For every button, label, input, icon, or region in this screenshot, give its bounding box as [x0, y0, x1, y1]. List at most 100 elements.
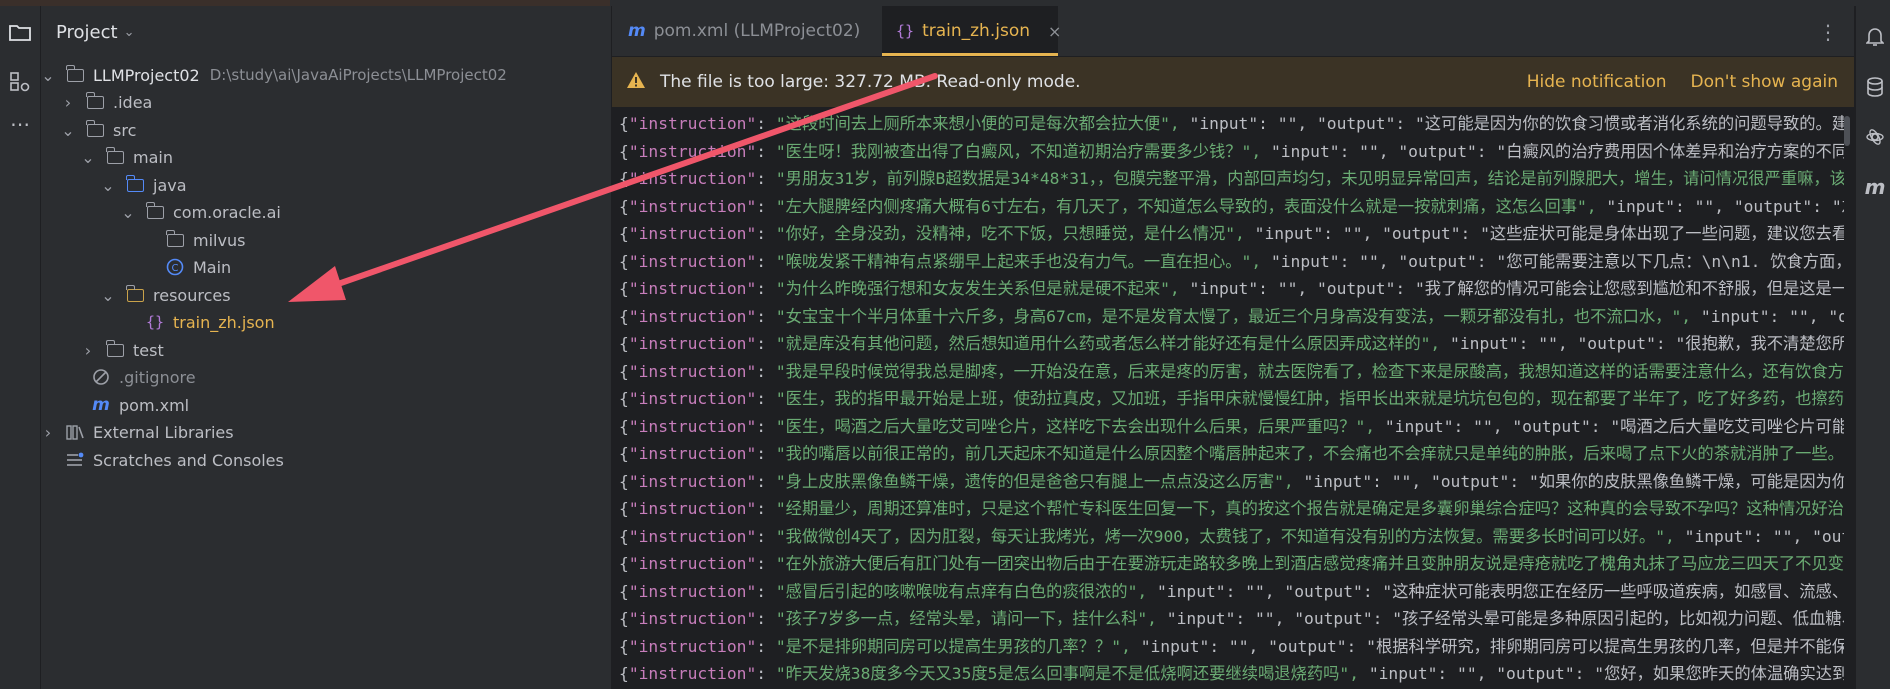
- tree-item-test[interactable]: › test: [81, 337, 164, 363]
- project-folder-icon[interactable]: [6, 18, 34, 46]
- colon: :: [756, 169, 776, 188]
- colon: :: [756, 141, 776, 161]
- json-string-value: "是不是排卵期同房可以提高生男孩的几率？？",: [775, 636, 1141, 656]
- tree-item-label: .idea: [113, 92, 153, 112]
- ai-assistant-icon[interactable]: [1864, 126, 1886, 148]
- tree-item-src[interactable]: ⌄ src: [61, 117, 136, 143]
- json-string-value: "为什么昨晚强行想和女友发生关系但是就是硬不起来",: [775, 279, 1190, 298]
- package-icon: [165, 229, 185, 249]
- scrollbar-thumb[interactable]: [1844, 116, 1850, 146]
- ignore-file-icon: [91, 368, 111, 386]
- tab-train-zh-json[interactable]: {} train_zh.json ×: [882, 6, 1061, 56]
- svg-text:C: C: [172, 263, 179, 274]
- code-view[interactable]: {"instruction": "这段时间去上厕所本来想小便的可是每次都会拉大便…: [612, 110, 1844, 689]
- colon: :: [756, 224, 776, 243]
- colon: :: [756, 114, 776, 133]
- tree-item-train-zh-json[interactable]: {} train_zh.json: [145, 309, 275, 335]
- code-line: {"instruction": "这段时间去上厕所本来想小便的可是每次都会拉大便…: [612, 110, 1844, 138]
- colon: :: [756, 664, 776, 683]
- json-key: "instruction": [628, 196, 757, 216]
- notifications-bell-icon[interactable]: [1864, 26, 1886, 48]
- colon: :: [756, 609, 776, 628]
- brace: {: [619, 554, 629, 573]
- json-string-value: "喉咙发紧干精神有点紧绷早上起来手也没有力气。一直在担心。",: [775, 251, 1271, 271]
- tab-label: train_zh.json: [922, 21, 1030, 41]
- brace: {: [619, 636, 629, 656]
- editor-tabs: m pom.xml (LLMProject02) {} train_zh.jso…: [612, 6, 1854, 57]
- project-panel-header[interactable]: Project ⌄: [56, 22, 135, 43]
- database-icon[interactable]: [1864, 76, 1886, 98]
- project-panel-title: Project: [56, 22, 118, 43]
- code-line: {"instruction": "孩子7岁多一点，经常头晕，请问一下，挂什么科"…: [612, 605, 1844, 633]
- tree-item-main-class[interactable]: C Main: [165, 254, 231, 280]
- tree-item-milvus[interactable]: milvus: [165, 227, 245, 253]
- json-string-value: "经期量少，周期还算准时，只是这个帮忙专科医生回复一下，真的按这个报告就是确定是…: [775, 499, 1844, 518]
- code-line: {"instruction": "喉咙发紧干精神有点紧绷早上起来手也没有力气。一…: [612, 248, 1844, 276]
- brace: {: [619, 279, 629, 298]
- json-key: "instruction": [628, 471, 757, 491]
- chevron-right-icon: ›: [84, 340, 92, 360]
- hide-notification-link[interactable]: Hide notification: [1527, 72, 1667, 92]
- tree-item-gitignore[interactable]: .gitignore: [91, 364, 196, 390]
- tree-item-resources[interactable]: ⌄ resources: [101, 282, 231, 308]
- dont-show-again-link[interactable]: Don't show again: [1691, 72, 1838, 92]
- json-key: "instruction": [628, 306, 757, 326]
- colon: :: [756, 499, 776, 518]
- colon: :: [756, 389, 776, 408]
- json-key: "instruction": [628, 554, 757, 573]
- tree-item-external-libraries[interactable]: › External Libraries: [41, 419, 234, 445]
- tree-item-label: java: [153, 175, 187, 195]
- json-rest: "input": "", "output: [1684, 526, 1844, 546]
- json-string-value: "在外旅游大便后有肛门处有一团突出物后由于在要游玩走路较多晚上到酒店感觉疼痛并且…: [775, 554, 1844, 573]
- tree-item-main[interactable]: ⌄ main: [81, 144, 173, 170]
- tab-pom-xml[interactable]: m pom.xml (LLMProject02): [612, 6, 892, 56]
- maven-icon[interactable]: m: [1864, 175, 1886, 199]
- editor-area: m pom.xml (LLMProject02) {} train_zh.jso…: [612, 6, 1854, 689]
- tree-item-package[interactable]: ⌄ com.oracle.ai: [121, 199, 281, 225]
- active-tab-indicator: [882, 53, 1058, 56]
- tree-item-scratches[interactable]: Scratches and Consoles: [65, 447, 284, 473]
- project-panel: Project ⌄ ⌄ LLMProject02 D:\study\ai\Jav…: [41, 6, 612, 689]
- json-key: "instruction": [628, 636, 757, 656]
- brace: {: [619, 224, 629, 243]
- code-line: {"instruction": "经期量少，周期还算准时，只是这个帮忙专科医生回…: [612, 495, 1844, 523]
- code-line: {"instruction": "医生呀！我刚被查出得了白癜风，不知道初期治疗需…: [612, 138, 1844, 166]
- json-string-value: "孩子7岁多一点，经常头晕，请问一下，挂什么科",: [775, 609, 1167, 628]
- json-string-value: "你好，全身没劲，没精神，吃不下饭，只想睡觉，是什么情况",: [775, 224, 1255, 243]
- json-rest: "input": "", "output": "您可能需要注意以下几点：\n\n…: [1270, 251, 1844, 271]
- tab-actions-icon[interactable]: ⋮: [1818, 20, 1838, 44]
- tree-item-label: resources: [153, 285, 231, 305]
- more-tools-icon[interactable]: ⋯: [6, 110, 34, 138]
- right-tool-bar: m: [1855, 6, 1890, 689]
- tree-item-java[interactable]: ⌄ java: [101, 172, 187, 198]
- chevron-down-icon: ⌄: [101, 175, 115, 195]
- brace: {: [619, 169, 629, 188]
- colon: :: [756, 554, 776, 573]
- tree-item-label: Main: [193, 257, 232, 277]
- chevron-right-icon: ›: [44, 422, 52, 442]
- chevron-down-icon: ⌄: [121, 202, 135, 222]
- code-line: {"instruction": "男朋友31岁，前列腺B超数据是34*48*31…: [612, 165, 1844, 193]
- chevron-down-icon: ⌄: [81, 147, 95, 167]
- code-line: {"instruction": "我是早段时候觉得我总是脚疼，一开始没在意，后来…: [612, 358, 1844, 386]
- json-key: "instruction": [628, 526, 757, 546]
- tree-item-idea[interactable]: › .idea: [61, 89, 152, 115]
- structure-icon[interactable]: [6, 68, 34, 96]
- json-key: "instruction": [628, 361, 757, 381]
- brace: {: [619, 416, 629, 436]
- tree-item-llmproject02[interactable]: ⌄ LLMProject02 D:\study\ai\JavaAiProject…: [41, 62, 507, 88]
- json-key: "instruction": [628, 251, 757, 271]
- brace: {: [619, 526, 629, 546]
- tree-item-label: milvus: [193, 230, 246, 250]
- code-line: {"instruction": "感冒后引起的咳嗽喉咙有点痒有白色的痰很浓的",…: [612, 578, 1844, 606]
- code-line: {"instruction": "在外旅游大便后有肛门处有一团突出物后由于在要游…: [612, 550, 1844, 578]
- tree-item-label: .gitignore: [119, 367, 196, 387]
- colon: :: [756, 416, 776, 436]
- json-key: "instruction": [628, 664, 757, 683]
- brace: {: [619, 334, 629, 353]
- json-key: "instruction": [628, 334, 757, 353]
- activity-bar: ⋯: [0, 6, 41, 689]
- tree-item-pom-xml[interactable]: m pom.xml: [91, 392, 189, 418]
- close-icon[interactable]: ×: [1048, 22, 1061, 41]
- code-line: {"instruction": "女宝宝十个半月体重十六斤多，身高67cm，是不…: [612, 303, 1844, 331]
